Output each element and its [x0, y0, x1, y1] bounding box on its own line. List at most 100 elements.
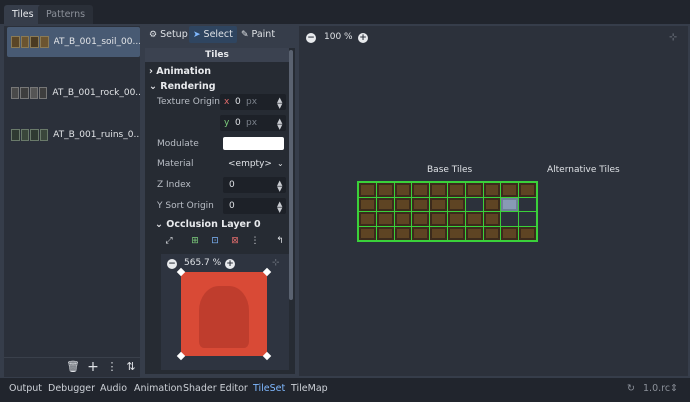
tile-cell[interactable] — [412, 212, 430, 226]
tile-cell[interactable] — [447, 183, 465, 197]
tile-cell[interactable] — [359, 212, 376, 226]
tab-tileset[interactable]: TileSet — [253, 383, 285, 394]
spinner-icon[interactable]: ▲ ▼ — [277, 97, 282, 110]
tile-cell[interactable] — [465, 183, 483, 197]
tile-cell[interactable] — [412, 197, 430, 211]
tile-cell[interactable] — [394, 197, 412, 211]
tile-cell[interactable] — [359, 226, 376, 240]
tab-output[interactable]: Output — [9, 383, 42, 394]
add-polygon-icon[interactable]: ⊞ — [189, 235, 201, 247]
tab-animation[interactable]: Animation — [134, 383, 182, 394]
tile-cell[interactable] — [412, 183, 430, 197]
tile-cell[interactable] — [376, 226, 394, 240]
tile-cell[interactable] — [447, 212, 465, 226]
tile-cell[interactable] — [359, 183, 376, 197]
tile-cell[interactable] — [483, 226, 501, 240]
material-picker[interactable]: <empty> ⌄ — [222, 156, 286, 172]
cursor-icon: ➤ — [193, 30, 201, 40]
select-label: Select — [203, 29, 233, 40]
expand-icon[interactable]: ⤢ — [163, 235, 175, 247]
tile-cell[interactable] — [465, 212, 483, 226]
spinner-icon[interactable]: ▲ ▼ — [277, 180, 282, 193]
source-item-soil[interactable]: AT_B_001_soil_00... — [7, 27, 140, 57]
zoom-in-icon[interactable]: + — [358, 33, 368, 43]
tile-cell[interactable] — [501, 183, 519, 197]
tile-cell[interactable] — [376, 183, 394, 197]
tab-shader-editor[interactable]: Shader Editor — [183, 383, 248, 394]
tile-cell[interactable] — [519, 212, 536, 226]
tab-tilemap[interactable]: TileMap — [291, 383, 328, 394]
more-vertical-icon[interactable]: ⋮ — [105, 360, 119, 374]
tile-cell[interactable] — [430, 212, 447, 226]
tile-cell[interactable] — [447, 226, 465, 240]
tile-cell[interactable] — [519, 226, 536, 240]
base-tiles-atlas[interactable] — [357, 181, 538, 242]
tile-cell[interactable] — [447, 197, 465, 211]
tile-cell[interactable] — [519, 183, 536, 197]
sort-icon[interactable]: ⇅ — [124, 360, 138, 374]
zoom-out-icon[interactable]: − — [306, 33, 316, 43]
modulate-color-picker[interactable] — [223, 137, 284, 150]
trash-icon[interactable]: 🗑 — [66, 360, 80, 374]
tile-cell[interactable] — [359, 197, 376, 211]
tile-cell[interactable] — [465, 226, 483, 240]
occlusion-polygon[interactable] — [181, 272, 267, 356]
zoom-in-icon[interactable]: + — [225, 259, 235, 269]
occlusion-polygon-editor[interactable]: − 565.7 % + ⊹ — [161, 254, 289, 370]
tile-cell[interactable] — [483, 212, 501, 226]
tile-cell[interactable] — [465, 197, 483, 211]
spinner-icon[interactable]: ▲ ▼ — [277, 201, 282, 214]
source-item-ruins[interactable]: AT_B_001_ruins_0... — [7, 120, 140, 150]
tile-cell[interactable] — [394, 212, 412, 226]
spinner-icon[interactable]: ▲ ▼ — [277, 118, 282, 131]
tile-cell[interactable] — [483, 183, 501, 197]
tile-cell[interactable] — [519, 197, 536, 211]
source-label: AT_B_001_rock_00... — [52, 88, 140, 98]
tab-debugger[interactable]: Debugger — [48, 383, 95, 394]
y-sort-origin-field[interactable]: 0 ▲ ▼ — [223, 198, 286, 214]
x-axis-label: x — [224, 97, 230, 107]
tile-cell[interactable] — [412, 226, 430, 240]
tile-cell-selected[interactable] — [501, 197, 519, 211]
section-occlusion-layer[interactable]: ⌄ Occlusion Layer 0 — [155, 219, 261, 230]
source-item-rock[interactable]: AT_B_001_rock_00... — [7, 78, 140, 108]
paint-button[interactable]: ✎ Paint — [237, 26, 279, 43]
z-index-field[interactable]: 0 ▲ ▼ — [223, 177, 286, 193]
occlusion-zoom-level: 565.7 % — [184, 258, 222, 268]
tile-cell[interactable] — [394, 226, 412, 240]
tile-cell[interactable] — [394, 183, 412, 197]
center-view-icon[interactable]: ⊹ — [272, 258, 280, 268]
delete-polygon-icon[interactable]: ⊠ — [229, 235, 241, 247]
expand-panel-icon[interactable]: ⇕ — [670, 383, 678, 394]
history-icon[interactable]: ↻ — [627, 383, 635, 394]
tab-audio[interactable]: Audio — [100, 383, 127, 394]
tile-cell[interactable] — [483, 197, 501, 211]
material-label: Material — [157, 159, 194, 169]
section-animation[interactable]: › Animation — [149, 66, 211, 77]
tile-cell[interactable] — [376, 197, 394, 211]
tile-cell[interactable] — [430, 197, 447, 211]
inspector-scrollbar[interactable] — [289, 50, 293, 300]
tile-cell[interactable] — [430, 226, 447, 240]
paint-label: Paint — [251, 29, 276, 40]
material-value: <empty> — [228, 159, 272, 169]
section-rendering[interactable]: ⌄ Rendering — [149, 81, 216, 92]
rendering-label: Rendering — [160, 81, 216, 92]
tile-cell[interactable] — [430, 183, 447, 197]
setup-button[interactable]: ⚙ Setup — [145, 26, 192, 43]
tile-cell[interactable] — [376, 212, 394, 226]
zoom-out-icon[interactable]: − — [167, 259, 177, 269]
center-view-icon[interactable]: ⊹ — [669, 32, 677, 43]
polygon-vertex-handle[interactable] — [262, 351, 272, 361]
tile-cell[interactable] — [501, 226, 519, 240]
tile-cell[interactable] — [501, 212, 519, 226]
add-icon[interactable]: + — [86, 360, 100, 374]
tab-patterns[interactable]: Patterns — [38, 5, 94, 24]
snap-icon[interactable]: ↰ — [274, 235, 286, 247]
tab-tiles[interactable]: Tiles — [4, 5, 42, 24]
texture-origin-y-field[interactable]: y 0 px ▲ ▼ — [220, 115, 286, 131]
edit-polygon-icon[interactable]: ⊡ — [209, 235, 221, 247]
texture-origin-x-field[interactable]: x 0 px ▲ ▼ — [220, 94, 286, 110]
select-button[interactable]: ➤ Select — [189, 26, 237, 43]
more-vertical-icon[interactable]: ⋮ — [249, 235, 261, 247]
